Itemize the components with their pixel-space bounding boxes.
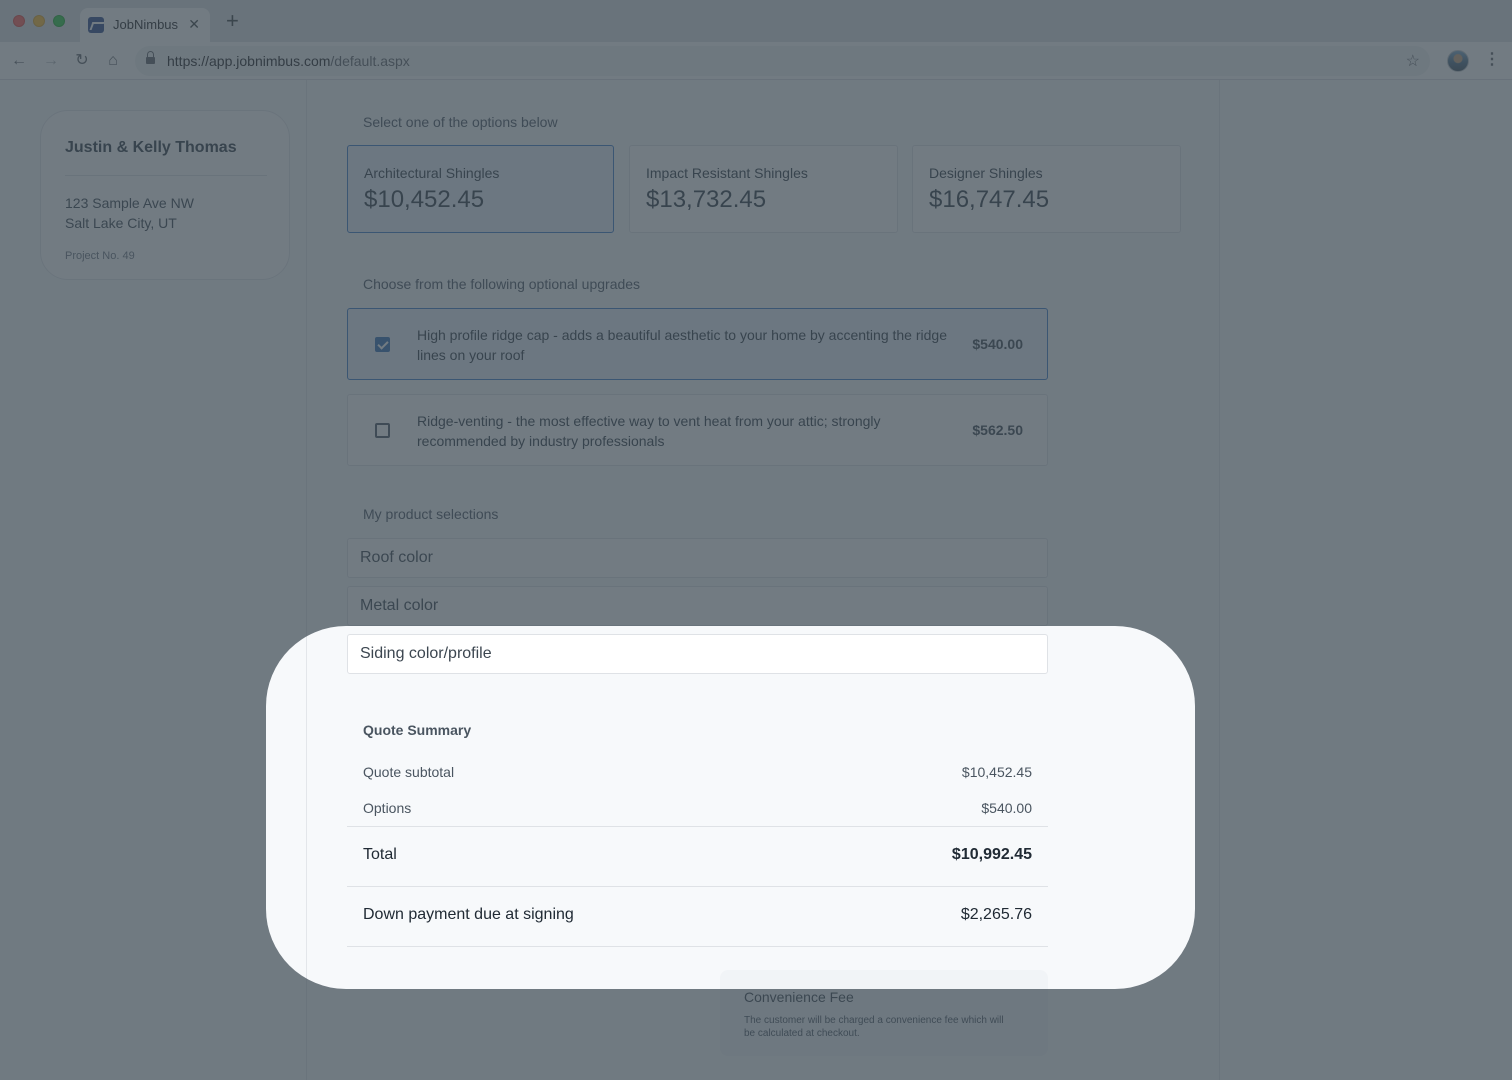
profile-avatar[interactable] xyxy=(1447,50,1469,72)
option-card-designer[interactable]: Designer Shingles $16,747.45 xyxy=(912,145,1181,233)
row-label: Options xyxy=(363,800,412,816)
browser-menu-icon[interactable]: ⋮ xyxy=(1484,50,1500,70)
row-value: $10,992.45 xyxy=(951,846,1032,863)
home-icon[interactable]: ⌂ xyxy=(103,51,123,71)
option-price: $16,747.45 xyxy=(929,186,1050,213)
option-card-impact-resistant[interactable]: Impact Resistant Shingles $13,732.45 xyxy=(629,145,898,233)
options-section-label: Select one of the options below xyxy=(363,114,558,130)
address-line-1: 123 Sample Ave NW xyxy=(65,195,194,211)
upgrade-ridge-cap[interactable]: High profile ridge cap - adds a beautifu… xyxy=(347,308,1048,380)
address-bar[interactable]: https://app.jobnimbus.com/default.aspx ☆ xyxy=(135,46,1430,76)
upgrade-description: High profile ridge cap - adds a beautifu… xyxy=(417,327,947,363)
tab-strip: JobNimbus ✕ + xyxy=(0,0,1512,42)
option-price: $10,452.45 xyxy=(364,186,485,213)
checkbox-checked-icon[interactable] xyxy=(375,337,390,352)
close-tab-icon[interactable]: ✕ xyxy=(188,16,200,32)
fee-title: Convenience Fee xyxy=(744,989,854,1005)
customer-name: Justin & Kelly Thomas xyxy=(65,139,237,156)
customer-card: Justin & Kelly Thomas 123 Sample Ave NW … xyxy=(40,110,290,280)
fee-note: The customer will be charged a convenien… xyxy=(744,1015,1004,1039)
divider xyxy=(65,175,267,176)
products-section-label: My product selections xyxy=(363,506,499,522)
forward-arrow-icon[interactable]: → xyxy=(41,51,61,71)
checkbox-unchecked-icon[interactable] xyxy=(375,423,390,438)
row-label: Down payment due at signing xyxy=(363,906,574,923)
page-content: Justin & Kelly Thomas 123 Sample Ave NW … xyxy=(0,80,1512,1080)
reload-icon[interactable]: ↻ xyxy=(72,51,92,71)
column-divider xyxy=(1219,80,1220,1080)
field-label: Metal color xyxy=(360,597,439,614)
new-tab-button[interactable]: + xyxy=(226,10,239,32)
divider xyxy=(347,886,1048,887)
url-text: https://app.jobnimbus.com/default.aspx xyxy=(167,53,410,69)
upgrade-ridge-venting[interactable]: Ridge-venting - the most effective way t… xyxy=(347,394,1048,466)
address-line-2: Salt Lake City, UT xyxy=(65,215,177,231)
convenience-fee-card: Convenience Fee The customer will be cha… xyxy=(720,970,1048,1056)
browser-window: JobNimbus ✕ + ← → ↻ ⌂ https://app.jobnim… xyxy=(0,0,1512,1080)
row-value: $10,452.45 xyxy=(961,764,1032,780)
row-value: $540.00 xyxy=(981,800,1032,816)
option-card-architectural[interactable]: Architectural Shingles $10,452.45 xyxy=(347,145,614,233)
back-arrow-icon[interactable]: ← xyxy=(9,51,29,71)
minimize-window-button[interactable] xyxy=(33,15,45,27)
option-price: $13,732.45 xyxy=(646,186,767,213)
row-label: Total xyxy=(363,846,397,863)
option-name: Impact Resistant Shingles xyxy=(646,165,808,181)
browser-toolbar: ← → ↻ ⌂ https://app.jobnimbus.com/defaul… xyxy=(0,42,1512,80)
tab-title: JobNimbus xyxy=(113,17,179,32)
divider xyxy=(347,826,1048,827)
divider xyxy=(347,946,1048,947)
jobnimbus-favicon-icon xyxy=(88,17,104,33)
upgrade-price: $562.50 xyxy=(972,422,1023,438)
roof-color-field[interactable]: Roof color xyxy=(347,538,1048,578)
metal-color-field[interactable]: Metal color xyxy=(347,586,1048,626)
url-host: https://app.jobnimbus.com xyxy=(167,53,331,69)
option-name: Architectural Shingles xyxy=(364,165,500,181)
upgrade-price: $540.00 xyxy=(972,336,1023,352)
project-number: Project No. 49 xyxy=(65,250,135,262)
column-divider xyxy=(306,80,307,1080)
row-label: Quote subtotal xyxy=(363,764,455,780)
upgrade-description: Ridge-venting - the most effective way t… xyxy=(417,413,881,449)
field-label: Siding color/profile xyxy=(360,645,492,662)
maximize-window-button[interactable] xyxy=(53,15,65,27)
field-label: Roof color xyxy=(360,549,433,566)
option-name: Designer Shingles xyxy=(929,165,1043,181)
close-window-button[interactable] xyxy=(13,15,25,27)
row-value: $2,265.76 xyxy=(960,906,1032,923)
browser-tab-jobnimbus[interactable]: JobNimbus ✕ xyxy=(80,8,210,42)
lock-icon xyxy=(146,51,155,66)
url-path: /default.aspx xyxy=(330,53,410,69)
bookmark-star-icon[interactable]: ☆ xyxy=(1406,51,1420,71)
siding-color-field[interactable]: Siding color/profile xyxy=(347,634,1048,674)
upgrades-section-label: Choose from the following optional upgra… xyxy=(363,276,641,292)
quote-summary-title: Quote Summary xyxy=(363,722,472,738)
